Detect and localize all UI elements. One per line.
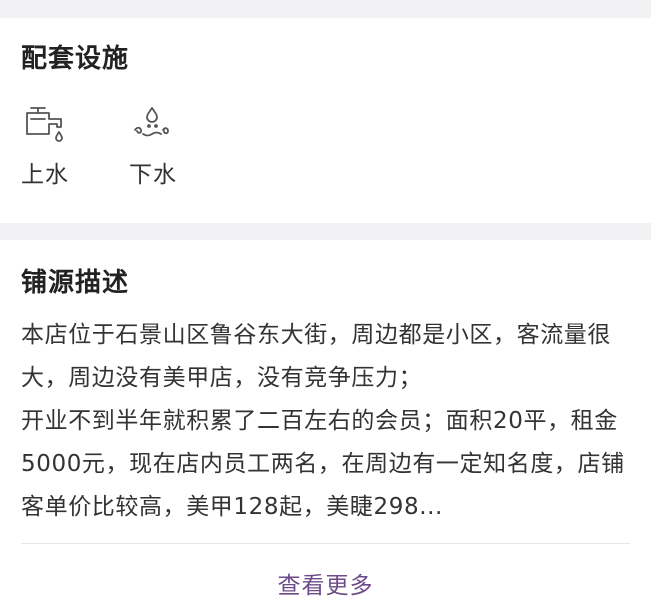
description-line: 5000元，现在店内员工两名，在周边有一定知名度，店铺	[21, 451, 625, 477]
description-line: 客单价比较高，美甲128起，美睫298...	[21, 494, 443, 520]
divider	[21, 543, 630, 544]
description-line: 本店位于石景山区鲁谷东大街，周边都是小区，客流量很	[21, 322, 611, 348]
description-title: 铺源描述	[21, 268, 130, 298]
top-spacer	[0, 0, 651, 18]
water-faucet-icon	[21, 102, 67, 148]
facilities-title: 配套设施	[21, 44, 130, 74]
facility-label-water-supply: 上水	[21, 162, 69, 188]
facility-item-drainage: 下水	[129, 102, 237, 190]
description-line: 开业不到半年就积累了二百左右的会员；面积20平，租金	[21, 408, 618, 434]
section-spacer	[0, 223, 651, 240]
facility-item-water-supply: 上水	[21, 102, 129, 190]
water-drainage-icon	[129, 102, 175, 148]
view-more-link[interactable]: 查看更多	[21, 566, 630, 600]
facilities-section: 配套设施 上水 下水	[0, 18, 651, 223]
facilities-list: 上水 下水	[21, 102, 630, 190]
facility-label-drainage: 下水	[129, 162, 177, 188]
description-text: 本店位于石景山区鲁谷东大街，周边都是小区，客流量很 大，周边没有美甲店，没有竞争…	[21, 314, 630, 529]
description-line: 大，周边没有美甲店，没有竞争压力；	[21, 365, 423, 391]
description-section: 铺源描述 本店位于石景山区鲁谷东大街，周边都是小区，客流量很 大，周边没有美甲店…	[0, 240, 651, 615]
